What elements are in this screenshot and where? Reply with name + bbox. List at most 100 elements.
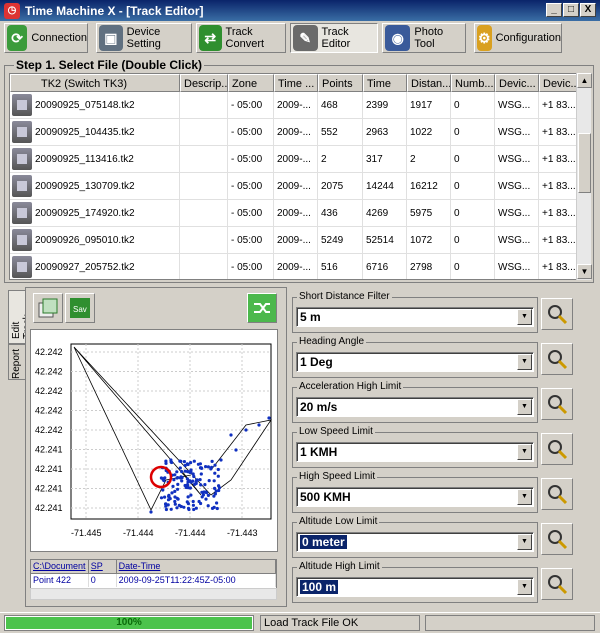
col-device1[interactable]: Devic...	[495, 74, 539, 92]
info-col-speed[interactable]: SP	[88, 560, 117, 574]
col-description[interactable]: Descrip...	[180, 74, 228, 92]
table-cell: 2009-...	[274, 92, 318, 118]
info-hscrollbar[interactable]	[30, 588, 277, 600]
track-editor-button[interactable]: ✎ Track Editor	[290, 23, 378, 53]
device-setting-icon: ▣	[99, 25, 123, 51]
altitude-low-filter: Altitude Low Limit 0 meter ▼	[292, 516, 538, 558]
heading-angle-filter: Heading Angle 1 Deg ▼	[292, 336, 538, 378]
heading-angle-label: Heading Angle	[297, 336, 367, 347]
col-distance[interactable]: Distan...	[407, 74, 451, 92]
col-device2[interactable]: Devic...	[539, 74, 579, 92]
acceleration-select[interactable]: 20 m/s ▼	[296, 397, 534, 417]
track-point	[189, 468, 193, 472]
track-map-plot[interactable]: 42.242 42.242 42.242 42.242 42.242 42.241 42.2…	[30, 329, 278, 552]
maximize-button[interactable]: □	[563, 3, 579, 17]
track-point	[257, 423, 261, 427]
altitude-low-select[interactable]: 0 meter ▼	[296, 532, 534, 552]
altitude-high-select[interactable]: 100 m ▼	[296, 577, 534, 597]
table-cell: +1 83...	[539, 119, 579, 145]
table-cell: 2009-...	[274, 146, 318, 172]
low-speed-select[interactable]: 1 KMH ▼	[296, 442, 534, 462]
track-point	[163, 495, 167, 499]
apply-altitude-high-button[interactable]	[541, 568, 573, 600]
chevron-down-icon[interactable]: ▼	[517, 579, 532, 595]
save-track-button[interactable]: Sav	[65, 293, 95, 323]
chevron-down-icon[interactable]: ▼	[517, 399, 532, 415]
load-track-button[interactable]	[33, 293, 63, 323]
file-name: 20090925_174920.tk2	[35, 207, 135, 219]
shuffle-button[interactable]	[247, 293, 277, 323]
scroll-up-icon[interactable]: ▲	[577, 73, 592, 88]
track-plot-svg[interactable]: 42.242 42.242 42.242 42.242 42.242 42.241 42.2…	[31, 330, 277, 551]
scroll-thumb[interactable]	[578, 133, 591, 193]
col-file[interactable]: TK2 (Switch TK3)	[10, 74, 180, 92]
scroll-down-icon[interactable]: ▼	[577, 264, 592, 279]
table-row[interactable]: 20090925_174920.tk2 - 05:00 2009-... 436 426…	[10, 200, 590, 227]
apply-heading-angle-button[interactable]	[541, 343, 573, 375]
table-cell: 468	[318, 92, 363, 118]
minimize-button[interactable]: _	[546, 3, 562, 17]
table-row[interactable]: 20090925_130709.tk2 - 05:00 2009-... 2075 14…	[10, 173, 590, 200]
short-distance-select[interactable]: 5 m ▼	[296, 307, 534, 327]
track-convert-button[interactable]: ⇄ Track Convert	[196, 23, 286, 53]
configuration-button[interactable]: ⚙ Configuration	[474, 23, 562, 53]
file-name-cell: 20090925_075148.tk2	[10, 92, 180, 118]
col-points[interactable]: Points	[318, 74, 363, 92]
col-number[interactable]: Numb...	[451, 74, 495, 92]
apply-altitude-low-button[interactable]	[541, 523, 573, 555]
chevron-down-icon[interactable]: ▼	[517, 309, 532, 325]
photo-tool-button[interactable]: ◉ Photo Tool	[382, 23, 466, 53]
high-speed-select[interactable]: 500 KMH ▼	[296, 487, 534, 507]
info-col-path[interactable]: C:\Document	[31, 560, 89, 574]
col-time[interactable]: Time	[363, 74, 407, 92]
main-toolbar: ⟳ Connection ▣ Device Setting ⇄ Track Co…	[0, 21, 600, 55]
table-cell: +1 83...	[539, 173, 579, 199]
magnifier-icon	[548, 350, 568, 370]
table-cell: 16212	[407, 173, 451, 199]
track-point	[176, 476, 180, 480]
table-row[interactable]: 20090925_104435.tk2 - 05:00 2009-... 552 296…	[10, 119, 590, 146]
chevron-down-icon[interactable]: ▼	[517, 534, 532, 550]
track-point	[161, 477, 165, 481]
track-point	[166, 498, 171, 502]
track-point	[198, 478, 202, 482]
tab-edit-track[interactable]: Edit Track	[8, 290, 33, 344]
track-point	[244, 428, 248, 432]
table-cell: 5975	[407, 200, 451, 226]
connection-button[interactable]: ⟳ Connection	[4, 23, 88, 53]
table-row[interactable]: 20090925_075148.tk2 - 05:00 2009-... 468 239…	[10, 92, 590, 119]
progress-text: 100%	[116, 617, 142, 628]
track-point	[167, 493, 171, 497]
table-row[interactable]: 20090925_113416.tk2- 05:00 2009-... 2 317 2 0…	[10, 146, 590, 173]
table-row[interactable]: 20090927_205752.tk2 - 05:00 2009-... 516 671…	[10, 254, 590, 279]
heading-angle-select[interactable]: 1 Deg ▼	[296, 352, 534, 372]
apply-short-distance-button[interactable]	[541, 298, 573, 330]
connection-icon: ⟳	[7, 25, 28, 51]
table-cell	[180, 119, 228, 145]
table-cell: 2	[407, 146, 451, 172]
apply-low-speed-button[interactable]	[541, 433, 573, 465]
track-point	[170, 491, 174, 495]
col-time-start[interactable]: Time ...	[274, 74, 318, 92]
chevron-down-icon[interactable]: ▼	[517, 354, 532, 370]
apply-high-speed-button[interactable]	[541, 478, 573, 510]
col-zone[interactable]: Zone	[228, 74, 274, 92]
table-row[interactable]: 20090926_095010.tk2 - 05:00 2009-... 5249 52…	[10, 227, 590, 254]
magnifier-icon	[548, 485, 568, 505]
track-point	[189, 493, 193, 497]
table-cell: 2009-...	[274, 119, 318, 145]
track-point	[229, 433, 233, 437]
short-distance-filter: Short Distance Filter 5 m ▼	[292, 291, 538, 333]
device-setting-button[interactable]: ▣ Device Setting	[96, 23, 192, 53]
chevron-down-icon[interactable]: ▼	[517, 489, 532, 505]
app-icon: ◷	[4, 2, 20, 19]
close-button[interactable]: X	[580, 3, 596, 17]
track-point	[206, 465, 210, 469]
apply-acceleration-button[interactable]	[541, 388, 573, 420]
track-file-icon	[12, 94, 32, 116]
file-table[interactable]: TK2 (Switch TK3) Descrip... Zone Time ..…	[9, 73, 591, 280]
info-col-datetime[interactable]: Date-Time	[116, 560, 276, 574]
tab-report[interactable]: Report	[8, 344, 26, 380]
chevron-down-icon[interactable]: ▼	[517, 444, 532, 460]
file-table-scrollbar[interactable]: ▲ ▼	[576, 73, 592, 280]
